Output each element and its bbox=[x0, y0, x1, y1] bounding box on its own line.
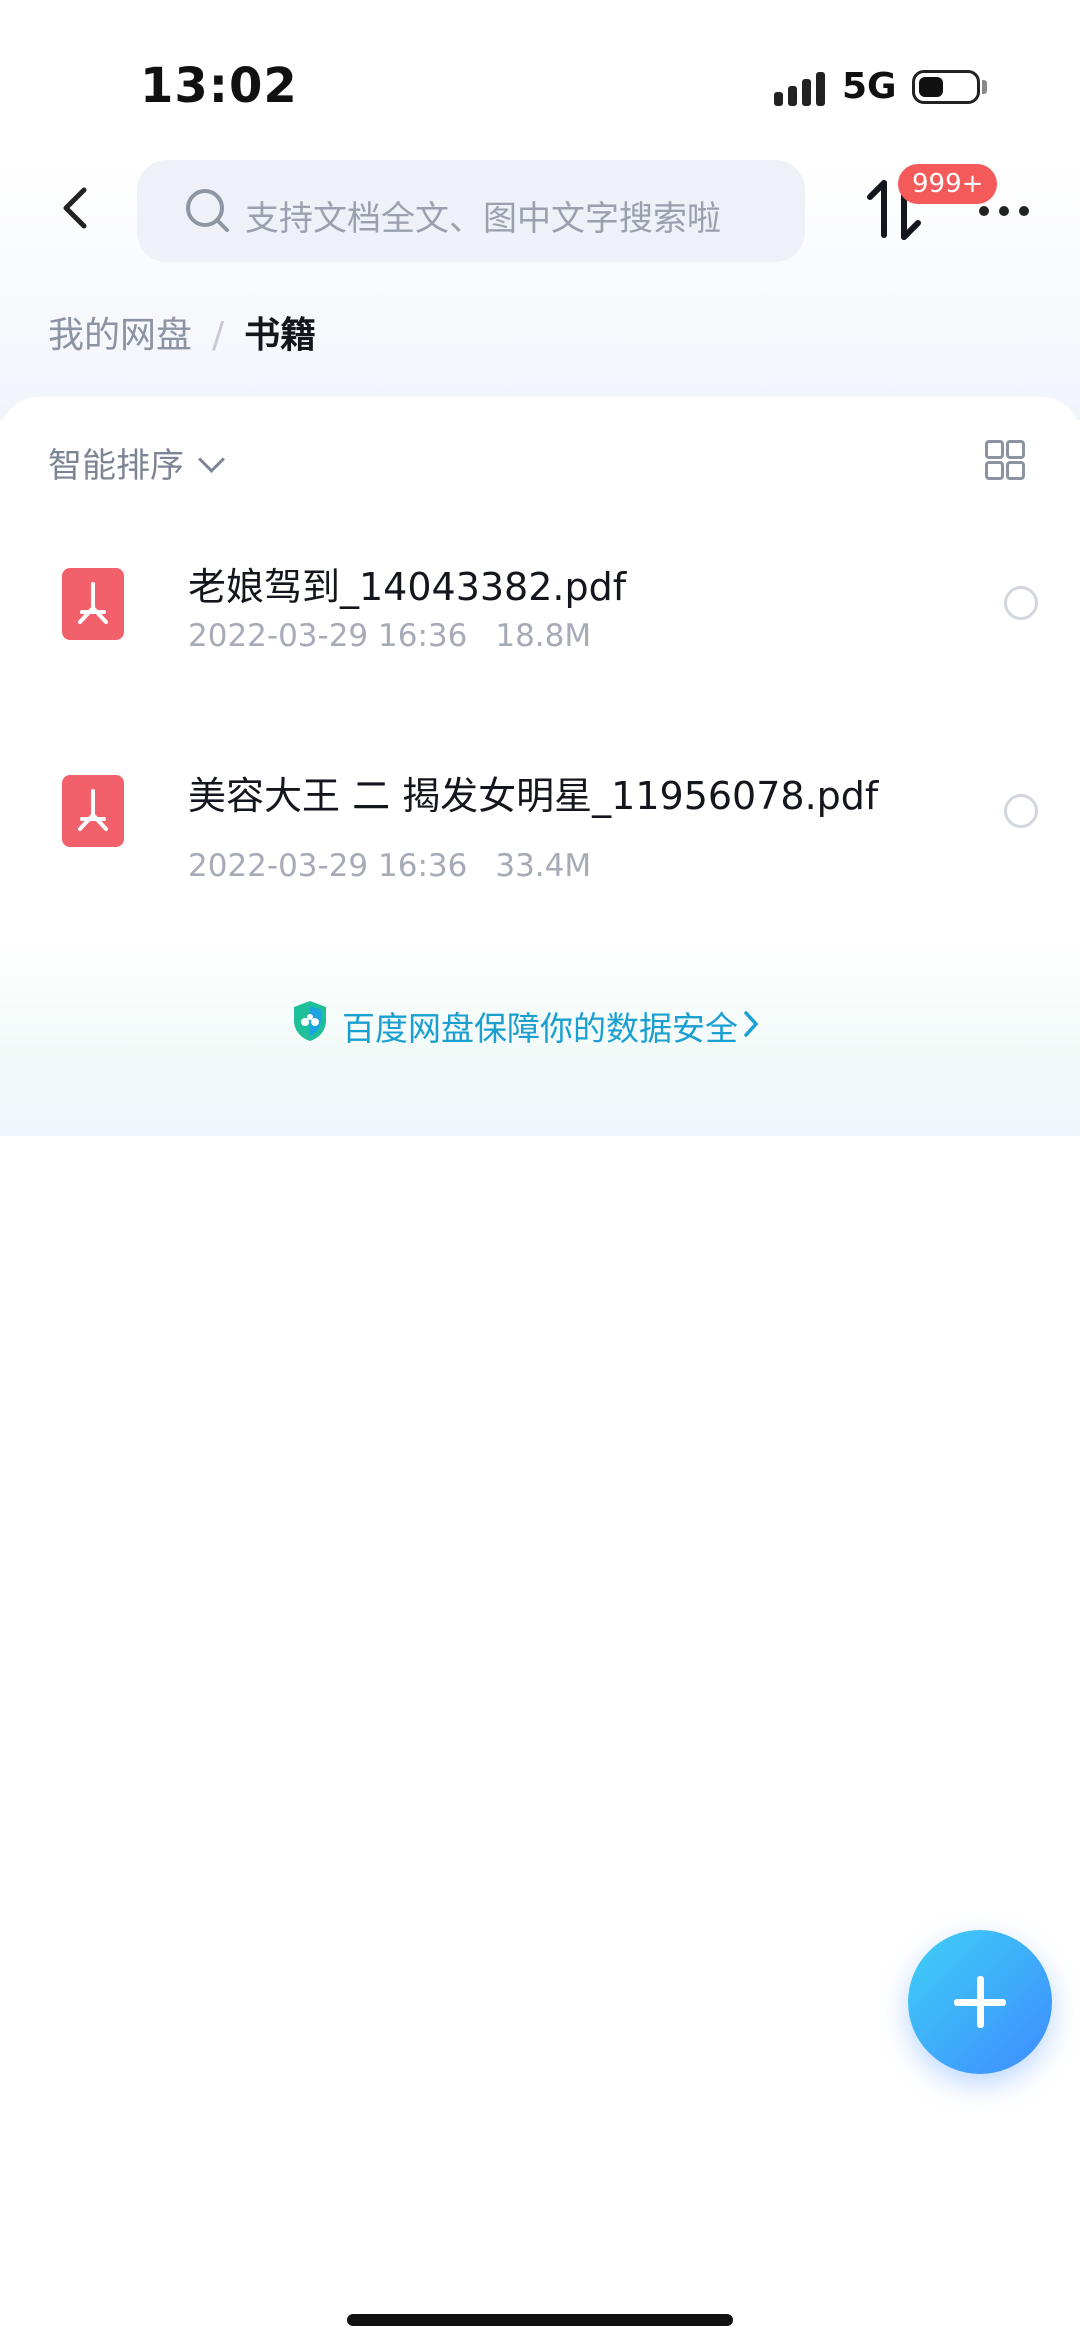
more-icon bbox=[979, 206, 989, 216]
file-select-checkbox[interactable] bbox=[1004, 794, 1038, 828]
breadcrumb-separator: / bbox=[212, 315, 225, 356]
chevron-right-icon bbox=[744, 1011, 758, 1037]
grid-view-icon bbox=[985, 440, 1004, 459]
shield-icon bbox=[294, 1001, 326, 1041]
file-date: 2022-03-29 16:36 bbox=[188, 848, 468, 884]
file-row[interactable]: 老娘驾到_14043382.pdf 2022-03-29 16:36 18.8M bbox=[0, 550, 1080, 690]
signal-icon bbox=[774, 70, 828, 106]
plus-icon-vertical bbox=[977, 1976, 984, 2028]
breadcrumb-current: 书籍 bbox=[244, 315, 317, 356]
breadcrumb: 我的网盘 / 书籍 bbox=[48, 306, 316, 358]
status-time: 13:02 bbox=[140, 58, 298, 114]
sort-dropdown[interactable]: 智能排序 bbox=[48, 438, 225, 487]
network-type: 5G bbox=[842, 66, 897, 107]
battery-cap bbox=[982, 80, 987, 94]
file-meta: 2022-03-29 16:36 18.8M bbox=[188, 618, 591, 654]
breadcrumb-root[interactable]: 我的网盘 bbox=[48, 315, 192, 356]
grid-view-toggle[interactable] bbox=[985, 440, 1025, 480]
pdf-icon bbox=[62, 568, 124, 640]
file-size: 18.8M bbox=[495, 618, 592, 654]
security-banner-text: 百度网盘保障你的数据安全 bbox=[342, 1009, 738, 1048]
sort-label: 智能排序 bbox=[48, 446, 184, 486]
file-select-checkbox[interactable] bbox=[1004, 586, 1038, 620]
chevron-down-icon bbox=[198, 446, 225, 473]
home-indicator[interactable] bbox=[347, 2314, 733, 2326]
file-date: 2022-03-29 16:36 bbox=[188, 618, 468, 654]
search-input[interactable]: 支持文档全文、图中文字搜索啦 bbox=[137, 160, 805, 262]
chevron-left-icon bbox=[63, 187, 87, 229]
file-name: 老娘驾到_14043382.pdf bbox=[188, 565, 627, 609]
file-row[interactable]: 美容大王 二 揭发女明星_11956078.pdf 2022-03-29 16:… bbox=[0, 760, 1080, 900]
battery-icon bbox=[912, 70, 980, 104]
file-meta: 2022-03-29 16:36 33.4M bbox=[188, 848, 591, 884]
search-icon bbox=[186, 189, 229, 232]
pdf-icon bbox=[62, 775, 124, 847]
more-button[interactable] bbox=[975, 190, 1035, 230]
back-button[interactable] bbox=[48, 170, 108, 246]
file-size: 33.4M bbox=[495, 848, 592, 884]
search-placeholder: 支持文档全文、图中文字搜索啦 bbox=[245, 199, 721, 239]
file-name: 美容大王 二 揭发女明星_11956078.pdf bbox=[188, 774, 879, 818]
add-button[interactable] bbox=[908, 1930, 1052, 2074]
battery-level bbox=[919, 77, 943, 97]
